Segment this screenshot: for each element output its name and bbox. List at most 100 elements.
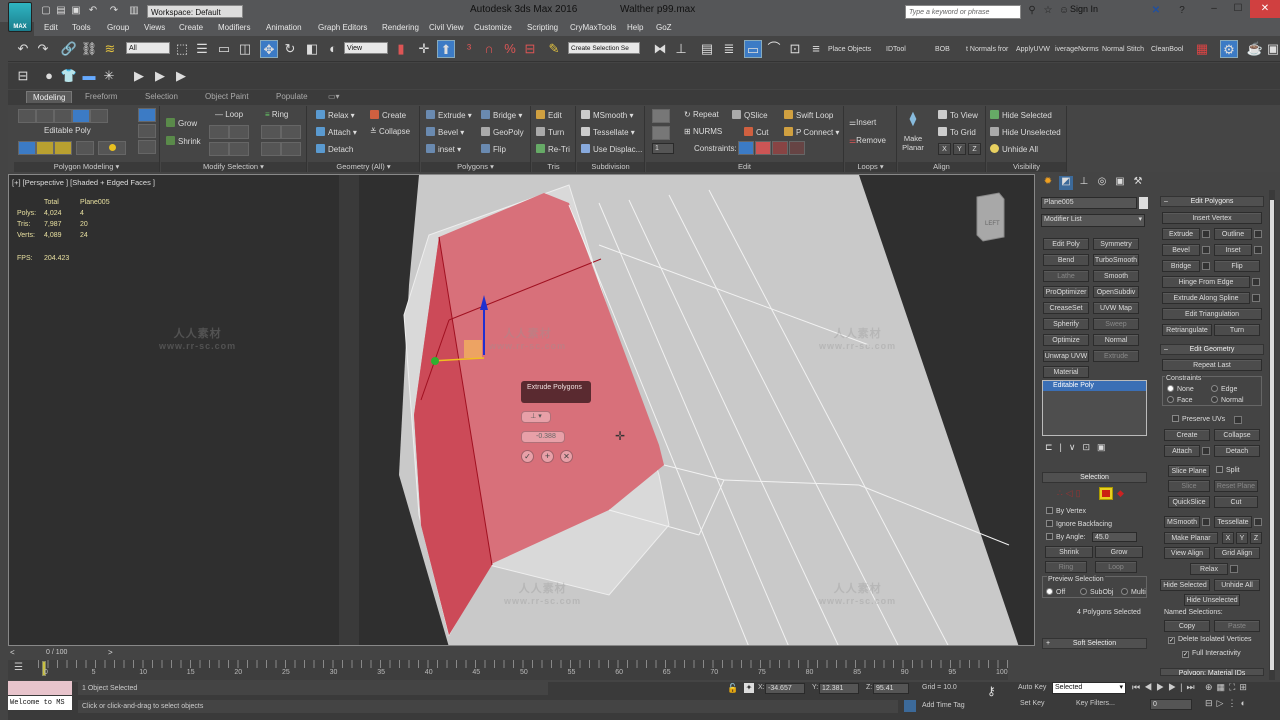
preview-off-radio[interactable]: Off bbox=[1046, 588, 1065, 596]
collapse-button[interactable]: ≚ Collapse bbox=[370, 127, 410, 136]
absolute-mode-icon[interactable]: ✦ bbox=[744, 683, 754, 693]
select-by-name-icon[interactable]: ☰ bbox=[193, 40, 211, 58]
menu-scripting[interactable]: Scripting bbox=[527, 23, 558, 32]
border-mode-icon[interactable] bbox=[54, 109, 72, 123]
slice-plane-button[interactable]: Slice Plane bbox=[1168, 465, 1210, 477]
curve-editor-toggle-icon[interactable]: ☰ bbox=[14, 662, 23, 673]
bevel-settings-icon[interactable] bbox=[1202, 246, 1210, 254]
turn-button[interactable]: Turn bbox=[536, 127, 564, 137]
link-icon[interactable]: 🔗 bbox=[60, 40, 78, 58]
star-icon[interactable]: ☆ bbox=[1042, 5, 1054, 17]
script-bob[interactable]: BOB bbox=[935, 46, 950, 53]
object-color-swatch[interactable] bbox=[1139, 197, 1148, 209]
extrude-height-field[interactable]: -0.388 bbox=[521, 431, 565, 443]
quickslice-button[interactable]: QuickSlice bbox=[1168, 496, 1210, 508]
modifier-button-symmetry[interactable]: Symmetry bbox=[1093, 238, 1139, 250]
create-tab-icon[interactable]: ✹ bbox=[1041, 176, 1055, 190]
by-vertex-checkbox[interactable]: By Vertex bbox=[1046, 507, 1086, 515]
flip-button[interactable]: Flip bbox=[1214, 260, 1260, 272]
modifier-button-opensubdiv[interactable]: OpenSubdiv bbox=[1093, 286, 1139, 298]
render-setup-icon[interactable]: ⚙ bbox=[1220, 40, 1238, 58]
stack-item-editable-poly[interactable]: Editable Poly bbox=[1043, 381, 1146, 391]
scene-explorer-icon[interactable]: ▤ bbox=[698, 40, 716, 58]
ribbon-toggle-icon[interactable]: ▭ bbox=[744, 40, 762, 58]
exchange-icon[interactable]: ✕ bbox=[1150, 5, 1162, 17]
panel-label[interactable]: Polygons ▾ bbox=[421, 162, 530, 172]
undo-icon[interactable]: ↶ bbox=[87, 5, 99, 17]
bind-spacewarp-icon[interactable]: ≋ bbox=[101, 40, 119, 58]
relax-button[interactable]: Relax ▾ bbox=[316, 110, 355, 120]
redo-icon[interactable]: ↷ bbox=[34, 40, 52, 58]
display-tab-icon[interactable]: ▣ bbox=[1113, 176, 1127, 190]
add-time-tag-button[interactable]: Add Time Tag bbox=[922, 702, 965, 709]
view-align-button[interactable]: View Align bbox=[1164, 547, 1210, 559]
next-frame-icon[interactable]: > bbox=[108, 648, 113, 657]
hinge-settings-icon[interactable] bbox=[1252, 278, 1260, 286]
bridge-button[interactable]: Bridge bbox=[1162, 260, 1200, 272]
loop-dropdown-icon[interactable] bbox=[229, 142, 249, 156]
material-editor-icon[interactable]: ≡ bbox=[807, 40, 825, 58]
stack-controls[interactable]: ⊏|∨⊡▣ bbox=[1045, 442, 1145, 453]
tab-selection[interactable]: Selection bbox=[145, 92, 178, 101]
mirror-icon[interactable]: ⧓ bbox=[651, 40, 669, 58]
pivot-center-icon[interactable]: ▮ bbox=[392, 40, 410, 58]
user-icon[interactable]: ☺ bbox=[1058, 5, 1070, 17]
layer-manager-icon[interactable]: ≣ bbox=[720, 40, 738, 58]
container-icon[interactable]: ⊟ bbox=[14, 67, 32, 85]
select-object-icon[interactable]: ⬚ bbox=[173, 40, 191, 58]
script-averagenorms[interactable]: iverageNorms bbox=[1055, 46, 1099, 53]
menu-goz[interactable]: GoZ bbox=[656, 23, 672, 32]
help-icon[interactable]: ? bbox=[1176, 5, 1188, 17]
cut-button[interactable]: Cut bbox=[1214, 496, 1258, 508]
search-input[interactable]: Type a keyword or phrase bbox=[905, 5, 1021, 19]
snaps-toggle-icon[interactable]: ³ bbox=[460, 40, 478, 58]
unlink-icon[interactable]: ⛓ bbox=[80, 40, 98, 58]
unhide-all-button[interactable]: Unhide All bbox=[990, 144, 1038, 154]
make-planar-button[interactable]: Make Planar bbox=[901, 134, 925, 152]
object-name-field[interactable]: Plane005 bbox=[1041, 197, 1137, 209]
anim-tool-3-icon[interactable]: ▶ bbox=[172, 67, 190, 85]
key-mode-dropdown[interactable]: Selected ▾ bbox=[1052, 682, 1126, 694]
menu-animation[interactable]: Animation bbox=[266, 23, 302, 32]
hierarchy-tab-icon[interactable]: ⊥ bbox=[1077, 176, 1091, 190]
swift-loop-button[interactable]: Swift Loop bbox=[784, 110, 833, 120]
panel-label[interactable]: Modify Selection ▾ bbox=[161, 162, 306, 172]
geopoly-button[interactable]: GeoPoly bbox=[481, 127, 524, 137]
menu-civil-view[interactable]: Civil View bbox=[429, 23, 464, 32]
playback-controls[interactable]: ⏮◀▶▶|⏭ bbox=[1132, 682, 1199, 693]
ignore-backfacing-icon[interactable] bbox=[138, 140, 156, 154]
x-coordinate-field[interactable]: -34.657 bbox=[765, 683, 805, 694]
app-logo-button[interactable]: MAX bbox=[8, 2, 32, 32]
menu-create[interactable]: Create bbox=[179, 23, 203, 32]
insert-loop-button[interactable]: ⚌Insert bbox=[849, 118, 876, 127]
stack-next-icon[interactable] bbox=[54, 141, 72, 155]
grid-align-button[interactable]: Grid Align bbox=[1214, 547, 1260, 559]
window-crossing-icon[interactable]: ◫ bbox=[236, 40, 254, 58]
detach-button[interactable]: Detach bbox=[316, 144, 353, 154]
maximize-button[interactable]: ☐ bbox=[1224, 0, 1252, 18]
show-end-result-icon[interactable] bbox=[98, 141, 126, 155]
script-normals-from[interactable]: t Normals fror bbox=[966, 46, 1008, 53]
menu-crymaxtools[interactable]: CryMaxTools bbox=[570, 23, 616, 32]
angle-field[interactable]: 45.0 bbox=[1092, 532, 1137, 542]
slice-button[interactable]: Slice bbox=[1168, 480, 1210, 492]
constraint-normal-icon[interactable] bbox=[789, 141, 805, 155]
bevel-button[interactable]: Bevel ▾ bbox=[426, 127, 464, 137]
rollout-scrollbar[interactable] bbox=[1269, 190, 1275, 680]
bridge-button[interactable]: Bridge ▾ bbox=[481, 110, 522, 120]
edit-triangulation-button[interactable]: Edit Triangulation bbox=[1162, 308, 1262, 320]
caddy-apply-button[interactable]: + bbox=[541, 450, 554, 463]
current-frame-field[interactable]: 0 bbox=[1150, 699, 1192, 710]
outline-button[interactable]: Outline bbox=[1214, 228, 1252, 240]
script-idtool[interactable]: IDTool bbox=[886, 46, 906, 53]
cut-button[interactable]: Cut bbox=[744, 127, 768, 137]
preview-multi-radio[interactable]: Multi bbox=[1121, 588, 1146, 596]
use-displace-button[interactable]: Use Displac... bbox=[581, 144, 642, 154]
remove-loop-button[interactable]: ⚌Remove bbox=[849, 136, 886, 145]
modifier-button-material[interactable]: Material bbox=[1043, 366, 1089, 378]
placement-icon[interactable]: ◐ bbox=[324, 40, 342, 58]
modify-tab-icon[interactable]: ◩ bbox=[1059, 176, 1073, 190]
collapse-stack-icon[interactable] bbox=[76, 141, 94, 155]
loop-mode-icon[interactable] bbox=[209, 142, 229, 156]
modifier-button-creaseset[interactable]: CreaseSet bbox=[1043, 302, 1089, 314]
